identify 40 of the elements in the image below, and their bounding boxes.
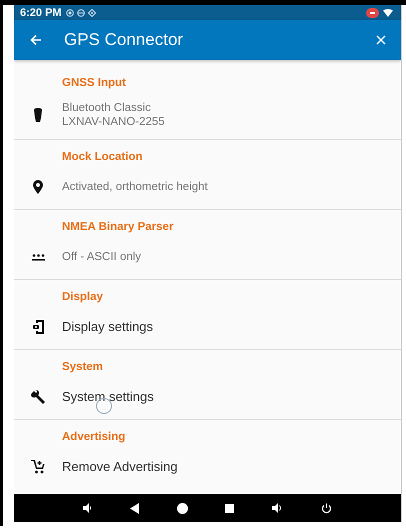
preference-item[interactable]: Remove Advertising [14, 455, 401, 479]
preference-item[interactable]: System settings [14, 385, 401, 409]
volume-down-icon[interactable] [82, 503, 92, 513]
back-arrow-icon [30, 34, 42, 46]
toolbar-title: GPS Connector [64, 30, 184, 50]
close-icon [376, 35, 386, 45]
preference-item[interactable]: Bluetooth Classic LXNAV-NANO-2255 [14, 101, 401, 129]
home-icon[interactable] [176, 502, 188, 514]
dots-icon [32, 254, 44, 260]
preference-title: Remove Advertising [62, 459, 178, 475]
device-settings-icon [32, 320, 44, 334]
status-time: 6:20 PM [20, 6, 62, 18]
preference-summary: LXNAV-NANO-2255 [62, 115, 165, 129]
back-icon[interactable] [130, 502, 139, 514]
cart-icon [31, 460, 45, 474]
wrench-icon [31, 390, 45, 404]
recents-icon[interactable] [225, 504, 234, 512]
preference-title: Display settings [62, 319, 154, 335]
section-header: GNSS Input [62, 77, 127, 89]
preference-item[interactable]: Display settings [14, 315, 401, 339]
notification-icon [66, 8, 74, 16]
volume-up-icon[interactable] [272, 503, 284, 513]
preference-item[interactable]: Activated, orthometric height [14, 175, 401, 199]
section-header: Display [62, 291, 104, 303]
preference-summary: Activated, orthometric height [62, 180, 208, 194]
location-pin-icon [33, 180, 43, 194]
preference-summary: Off - ASCII only [62, 250, 142, 264]
section-header: System [62, 361, 104, 373]
notification-icon [76, 8, 85, 16]
preference-title: System settings [62, 389, 154, 405]
wifi-icon [383, 8, 393, 16]
preference-summary: Bluetooth Classic [62, 101, 152, 115]
section-header: Mock Location [62, 151, 144, 163]
device-icon [34, 108, 42, 122]
alert-icon [366, 8, 379, 18]
section-header: NMEA Binary Parser [62, 221, 174, 233]
location-icon [88, 8, 96, 16]
preference-item[interactable]: Off - ASCII only [14, 245, 401, 269]
section-header: Advertising [62, 431, 126, 443]
power-icon[interactable] [321, 502, 332, 514]
